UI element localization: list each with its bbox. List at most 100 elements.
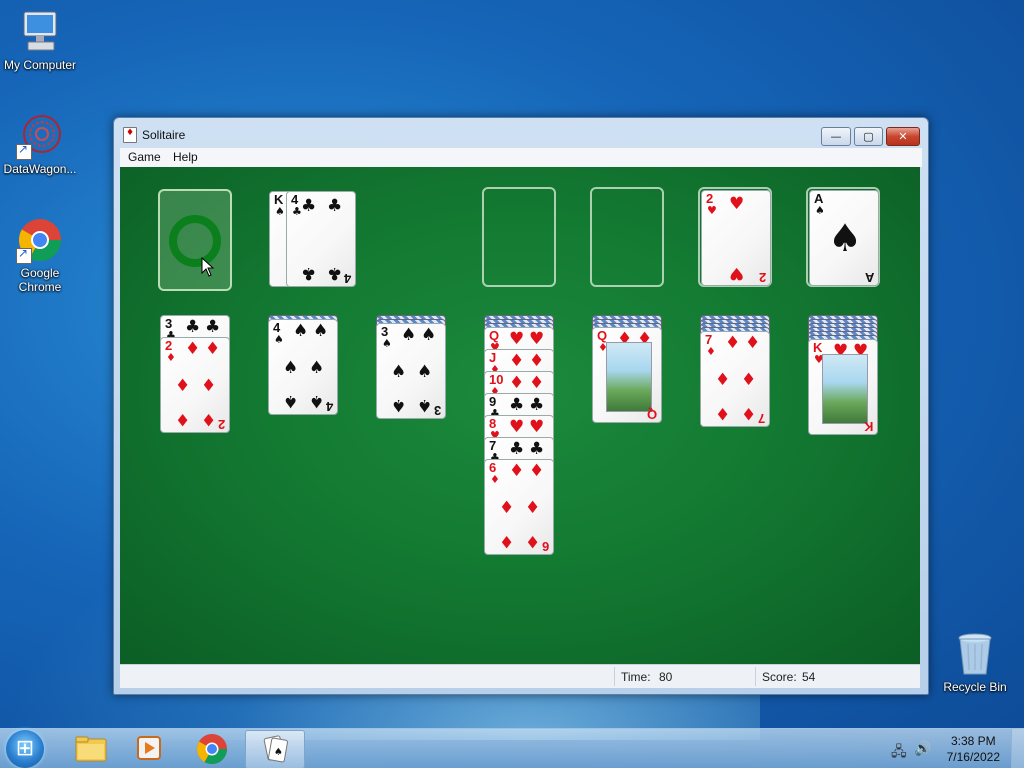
card-pip: ♦ bbox=[509, 373, 525, 393]
card-pip: ♦ bbox=[499, 531, 515, 551]
menu-help[interactable]: Help bbox=[173, 150, 198, 164]
foundation-1[interactable] bbox=[482, 187, 556, 287]
card-suit-icon: ♦ bbox=[166, 351, 176, 364]
volume-icon[interactable]: 🔊 bbox=[914, 741, 931, 757]
card-pip: ♠ bbox=[283, 391, 299, 411]
taskbar-solitaire[interactable]: ♠ bbox=[245, 730, 305, 768]
recycle-bin-icon bbox=[951, 630, 999, 678]
card-pip: ♣ bbox=[301, 263, 317, 283]
recycle-stock-icon bbox=[169, 215, 221, 267]
minimize-button[interactable]: — bbox=[821, 127, 851, 146]
tableau-card[interactable]: 4 ♠ ♠ ♠ ♠ ♠ ♠ ♠ 4 bbox=[268, 319, 338, 415]
media-player-icon bbox=[137, 736, 161, 760]
taskbar-media-player[interactable] bbox=[122, 730, 178, 767]
time-label: Time: bbox=[621, 670, 651, 684]
folder-icon bbox=[75, 736, 107, 762]
foundation-card[interactable]: A ♠ ♠ A bbox=[809, 190, 879, 286]
card-suit-icon: ♦ bbox=[490, 473, 500, 486]
clock-time: 3:38 PM bbox=[950, 734, 996, 748]
time-value: 80 bbox=[659, 670, 673, 684]
card-pip: ♦ bbox=[201, 409, 217, 429]
card-pip: ♦ bbox=[529, 461, 545, 481]
card-rank-bottom: K bbox=[863, 419, 873, 434]
status-divider bbox=[755, 667, 756, 686]
foundation-2[interactable] bbox=[590, 187, 664, 287]
card-pip: ♥ bbox=[529, 329, 545, 349]
card-pip: ♦ bbox=[175, 409, 191, 429]
desktop-icon-datawagon[interactable]: DataWagon... bbox=[0, 112, 80, 176]
show-desktop-button[interactable] bbox=[1011, 729, 1024, 768]
card-pip: ♦ bbox=[185, 339, 201, 359]
card-suit-icon: ♠ bbox=[275, 205, 285, 218]
card-pip: ♥ bbox=[529, 417, 545, 437]
card-pip: ♦ bbox=[525, 531, 541, 551]
tableau-card[interactable]: 2 ♦ ♦ ♦ ♦ ♦ ♦ ♦ 2 bbox=[160, 337, 230, 433]
minimize-icon: — bbox=[830, 130, 842, 143]
start-button[interactable] bbox=[6, 730, 44, 768]
score-label: Score: bbox=[762, 670, 797, 684]
card-pip: ♦ bbox=[509, 461, 525, 481]
game-board: K ♠ 4 ♣ ♣ ♣ ♣ ♣ 4 2 ♥ ♥ ♥ 2 A ♠ ♠ A 3 ♣ … bbox=[120, 167, 920, 664]
card-pip: ♦ bbox=[201, 376, 217, 396]
taskbar-explorer[interactable] bbox=[62, 730, 118, 767]
title-bar[interactable]: Solitaire — ▢ ✕ bbox=[114, 118, 928, 148]
solitaire-window: Solitaire — ▢ ✕ Game Help K ♠ 4 ♣ bbox=[113, 117, 929, 695]
card-pip: ♠ bbox=[417, 395, 433, 415]
stock-pile[interactable] bbox=[158, 189, 232, 291]
card-rank-bottom: Q bbox=[646, 407, 657, 422]
foundation-3[interactable]: 2 ♥ ♥ ♥ 2 bbox=[698, 187, 772, 287]
tableau-card[interactable]: K ♥ ♥ ♥ K bbox=[808, 339, 878, 435]
face-card-art bbox=[822, 354, 868, 424]
clock-date: 7/16/2022 bbox=[946, 750, 1000, 764]
card-pip: ♦ bbox=[525, 498, 541, 518]
card-suit-icon: ♠ bbox=[382, 337, 392, 350]
card-rank-bottom: A bbox=[864, 270, 874, 285]
card-pip: ♠ bbox=[293, 321, 309, 341]
tableau-card[interactable]: 6 ♦ ♦ ♦ ♦ ♦ ♦ ♦ 6 bbox=[484, 459, 554, 555]
card-pip: ♦ bbox=[715, 370, 731, 390]
solitaire-cards-icon: ♠ bbox=[263, 735, 288, 763]
network-icon[interactable]: 🖧 bbox=[891, 741, 907, 765]
taskbar-clock[interactable]: 3:38 PM 7/16/2022 bbox=[947, 733, 1000, 765]
card-pip: ♦ bbox=[741, 370, 757, 390]
card-pip: ♠ bbox=[309, 358, 325, 378]
waste-card-top[interactable]: 4 ♣ ♣ ♣ ♣ ♣ 4 bbox=[286, 191, 356, 287]
maximize-icon: ▢ bbox=[863, 130, 874, 143]
card-pip: ♥ bbox=[729, 263, 745, 283]
card-pip: ♥ bbox=[729, 194, 745, 214]
status-bar: Time: 80 Score: 54 bbox=[120, 664, 920, 688]
card-pip: ♦ bbox=[745, 333, 761, 353]
face-card-art bbox=[606, 342, 652, 412]
chrome-icon bbox=[16, 216, 64, 264]
desktop-icon-label: Google Chrome bbox=[18, 266, 62, 294]
card-pip: ♠ bbox=[421, 325, 437, 345]
card-pip: ♠ bbox=[391, 395, 407, 415]
card-pip: ♣ bbox=[529, 439, 545, 459]
menu-game[interactable]: Game bbox=[128, 150, 161, 164]
waste-pile: K ♠ 4 ♣ ♣ ♣ ♣ ♣ 4 bbox=[269, 191, 359, 291]
card-pip: ♦ bbox=[205, 339, 221, 359]
status-divider bbox=[614, 667, 615, 686]
card-rank-bottom: 3 bbox=[433, 403, 441, 418]
card-suit-icon: ♥ bbox=[707, 204, 717, 217]
card-pip: ♦ bbox=[509, 351, 525, 371]
foundation-4[interactable]: A ♠ ♠ A bbox=[806, 187, 880, 287]
maximize-button[interactable]: ▢ bbox=[854, 127, 883, 146]
card-rank-bottom: 4 bbox=[343, 271, 351, 286]
desktop-icon-google-chrome[interactable]: Google Chrome bbox=[0, 216, 80, 294]
tableau-card[interactable]: 7 ♦ ♦ ♦ ♦ ♦ ♦ ♦ 7 bbox=[700, 331, 770, 427]
menu-bar: Game Help bbox=[120, 148, 922, 167]
close-button[interactable]: ✕ bbox=[886, 127, 920, 146]
desktop-icon-label: Recycle Bin bbox=[943, 680, 1007, 694]
desktop-icon-recycle-bin[interactable]: Recycle Bin bbox=[935, 630, 1015, 694]
tableau-card[interactable]: 3 ♠ ♠ ♠ ♠ ♠ ♠ ♠ 3 bbox=[376, 323, 446, 419]
svg-text:♠: ♠ bbox=[274, 747, 283, 758]
tableau-card[interactable]: Q ♦ ♦ ♦ Q bbox=[592, 327, 662, 423]
card-pip: ♣ bbox=[301, 196, 317, 216]
desktop-icon-my-computer[interactable]: My Computer bbox=[0, 8, 80, 72]
foundation-card[interactable]: 2 ♥ ♥ ♥ 2 bbox=[701, 190, 771, 286]
card-pip: ♣ bbox=[185, 317, 201, 337]
taskbar: ♠ 🖧 🔊 3:38 PM 7/16/2022 bbox=[0, 728, 1024, 768]
chrome-icon bbox=[196, 734, 227, 765]
taskbar-chrome[interactable] bbox=[184, 730, 240, 767]
